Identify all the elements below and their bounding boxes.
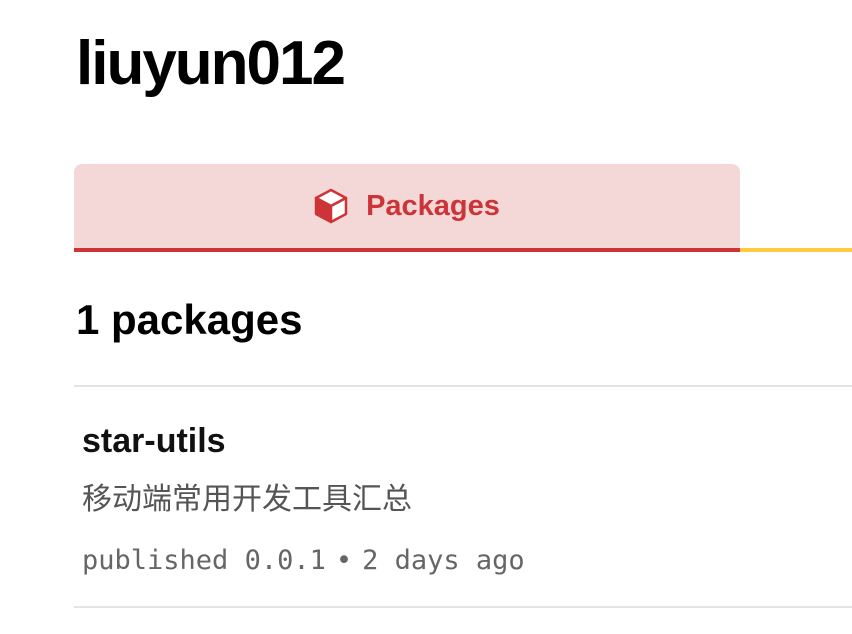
published-time: 2 days ago xyxy=(362,545,525,576)
package-meta: published 0.0.1 • 2 days ago xyxy=(82,542,525,580)
tabs-underline xyxy=(740,248,852,252)
package-version: 0.0.1 xyxy=(244,545,326,576)
tab-packages-label: Packages xyxy=(366,189,500,222)
package-description: 移动端常用开发工具汇总 xyxy=(82,482,412,517)
package-cube-icon xyxy=(314,188,348,224)
profile-tabs: Packages xyxy=(74,164,852,252)
list-divider-top xyxy=(74,385,852,387)
packages-count: 1 packages xyxy=(76,296,303,343)
meta-separator: • xyxy=(335,545,353,576)
profile-page: liuyun012 Packages 1 packages star-utils… xyxy=(0,0,852,634)
package-name-link[interactable]: star-utils xyxy=(82,418,226,464)
tab-packages[interactable]: Packages xyxy=(74,164,740,252)
list-divider-bottom xyxy=(74,606,852,608)
username-heading: liuyun012 xyxy=(76,29,346,98)
published-label: published xyxy=(82,545,229,576)
